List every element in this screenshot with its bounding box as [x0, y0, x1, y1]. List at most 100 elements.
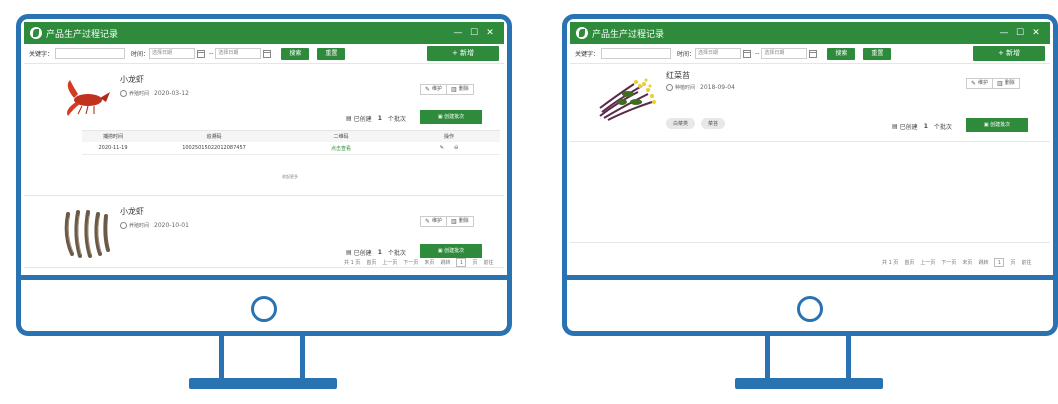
delete-button[interactable]: ▥ 删除 — [993, 78, 1020, 89]
leaf-logo-icon — [576, 27, 588, 39]
title-bar: 产品生产过程记录 — ☐ ✕ — [570, 22, 1050, 44]
end-date-input[interactable]: 选择日期 — [215, 48, 262, 59]
delete-button[interactable]: ▥ 删除 — [447, 84, 474, 95]
create-batch-button[interactable]: ▣ 创建批次 — [420, 244, 482, 258]
monitor-bezel — [567, 275, 1053, 280]
last-page-button[interactable]: 末页 — [962, 259, 972, 266]
first-page-button[interactable]: 首页 — [904, 259, 914, 266]
maximize-button[interactable]: ☐ — [1012, 28, 1028, 38]
collapse-toggle[interactable]: 收起更多 — [282, 174, 298, 180]
app-window-right: 产品生产过程记录 — ☐ ✕ 关键字： 时间： 选择日期 -- 选择日期 搜索 … — [570, 22, 1050, 272]
monitor-stand — [219, 336, 305, 382]
prev-page-button[interactable]: 上一页 — [920, 259, 935, 266]
go-button[interactable]: 前往 — [1021, 259, 1031, 266]
end-date-input[interactable]: 选择日期 — [761, 48, 808, 59]
trash-icon: ▥ — [997, 80, 1003, 87]
list-icon: ▤ — [892, 123, 898, 130]
batch-table-header: 捕捞时间 追溯码 二维码 操作 — [82, 130, 500, 142]
close-button[interactable]: ✕ — [482, 28, 498, 38]
product-date: 种植时间 2018-09-04 — [666, 84, 735, 91]
prev-page-button[interactable]: 上一页 — [382, 259, 397, 266]
start-date-input[interactable]: 选择日期 — [149, 48, 196, 59]
batch-count: 1 — [377, 249, 382, 256]
clock-icon — [120, 222, 127, 229]
page-number-input[interactable]: 1 — [456, 258, 467, 267]
delete-circle-icon[interactable]: ⊖ — [454, 145, 458, 151]
product-actions: ✎ 维护 ▥ 删除 — [966, 78, 1020, 89]
batch-info: ▤ 已创建 1 个批次 — [346, 115, 406, 123]
keyword-input[interactable] — [601, 48, 672, 59]
calendar-icon[interactable] — [743, 49, 752, 58]
maintain-button[interactable]: ✎ 维护 — [420, 216, 448, 227]
range-separator: -- — [209, 50, 214, 57]
maximize-button[interactable]: ☐ — [466, 28, 482, 38]
product-card: 小龙虾 养殖时间 2020-03-12 ✎ 维护 ▥ 删除 ▤ 已创建 1 个批次 … — [24, 64, 504, 196]
batch-info: ▤ 已创建 1 个批次 — [346, 249, 406, 257]
batch-count: 1 — [923, 123, 928, 130]
pagination: 共 1 页 首页 上一页 下一页 末页 跳转 1 页 前往 — [876, 258, 1031, 267]
minimize-button[interactable]: — — [996, 28, 1012, 38]
first-page-button[interactable]: 首页 — [366, 259, 376, 266]
window-title: 产品生产过程记录 — [592, 29, 665, 40]
trash-icon: ▥ — [451, 218, 457, 225]
page-total: 共 1 页 — [344, 260, 361, 266]
calendar-icon[interactable] — [197, 49, 206, 58]
keyword-input[interactable] — [55, 48, 126, 59]
calendar-icon[interactable] — [263, 49, 272, 58]
goto-label: 跳转 — [440, 260, 451, 266]
clock-icon — [120, 90, 127, 97]
divider — [570, 242, 1050, 243]
title-bar: 产品生产过程记录 — ☐ ✕ — [24, 22, 504, 44]
batch-table: 捕捞时间 追溯码 二维码 操作 2020-11-19 1002501502201… — [82, 130, 500, 155]
list-icon: ▤ — [346, 249, 352, 256]
next-page-button[interactable]: 下一页 — [941, 259, 956, 266]
page-unit: 页 — [472, 260, 478, 266]
time-label: 时间： — [677, 51, 696, 58]
tag: 菜苔 — [701, 118, 726, 129]
red-cabbage-sprout-image — [599, 78, 656, 121]
reset-button[interactable]: 重置 — [863, 47, 892, 60]
search-button[interactable]: 搜索 — [281, 47, 310, 60]
filter-toolbar: 关键字： 时间： 选择日期 -- 选择日期 搜索 重置 + 新增 — [24, 44, 504, 64]
batch-count: 1 — [377, 115, 382, 122]
monitor-left: 产品生产过程记录 — ☐ ✕ 关键字： 时间： 选择日期 -- 选择日期 搜索 … — [16, 14, 512, 336]
tag-list: 白菜类 菜苔 — [666, 118, 731, 129]
product-date: 养殖时间 2020-03-12 — [120, 90, 189, 97]
product-actions: ✎ 维护 ▥ 删除 — [420, 216, 474, 227]
product-name: 小龙虾 — [120, 207, 144, 216]
reset-button[interactable]: 重置 — [317, 47, 346, 60]
product-card: 红菜苔 种植时间 2018-09-04 ✎ 维护 ▥ 删除 白菜类 菜苔 ▤ 已创建… — [570, 64, 1050, 142]
monitor-bezel — [21, 275, 507, 280]
maintain-button[interactable]: ✎ 维护 — [420, 84, 448, 95]
leaf-logo-icon — [30, 27, 42, 39]
pencil-icon: ✎ — [425, 86, 431, 93]
create-batch-button[interactable]: ▣ 创建批次 — [966, 118, 1028, 132]
minimize-button[interactable]: — — [450, 28, 466, 38]
add-button[interactable]: + 新增 — [973, 46, 1045, 61]
maintain-button[interactable]: ✎ 维护 — [966, 78, 994, 89]
calendar-icon[interactable] — [809, 49, 818, 58]
last-page-button[interactable]: 末页 — [424, 259, 434, 266]
power-button-icon — [797, 296, 823, 322]
crayfish-image — [67, 80, 110, 116]
product-actions: ✎ 维护 ▥ 删除 — [420, 84, 474, 95]
page-number-input[interactable]: 1 — [994, 258, 1005, 267]
start-date-input[interactable]: 选择日期 — [695, 48, 742, 59]
go-button[interactable]: 前往 — [483, 259, 493, 266]
range-separator: -- — [755, 50, 760, 57]
search-button[interactable]: 搜索 — [827, 47, 856, 60]
page-total: 共 1 页 — [882, 260, 899, 266]
add-button[interactable]: + 新增 — [427, 46, 499, 61]
product-name: 小龙虾 — [120, 75, 144, 84]
product-date: 养殖时间 2020-10-01 — [120, 222, 189, 229]
close-button[interactable]: ✕ — [1028, 28, 1044, 38]
qr-view-link[interactable]: 点击查看 — [284, 145, 398, 152]
pencil-icon: ✎ — [971, 80, 977, 87]
create-batch-button[interactable]: ▣ 创建批次 — [420, 110, 482, 124]
keyword-label: 关键字： — [29, 51, 54, 58]
next-page-button[interactable]: 下一页 — [403, 259, 418, 266]
delete-button[interactable]: ▥ 删除 — [447, 216, 474, 227]
edit-icon[interactable]: ✎ — [440, 145, 444, 151]
goto-label: 跳转 — [978, 260, 989, 266]
list-icon: ▤ — [346, 115, 352, 122]
